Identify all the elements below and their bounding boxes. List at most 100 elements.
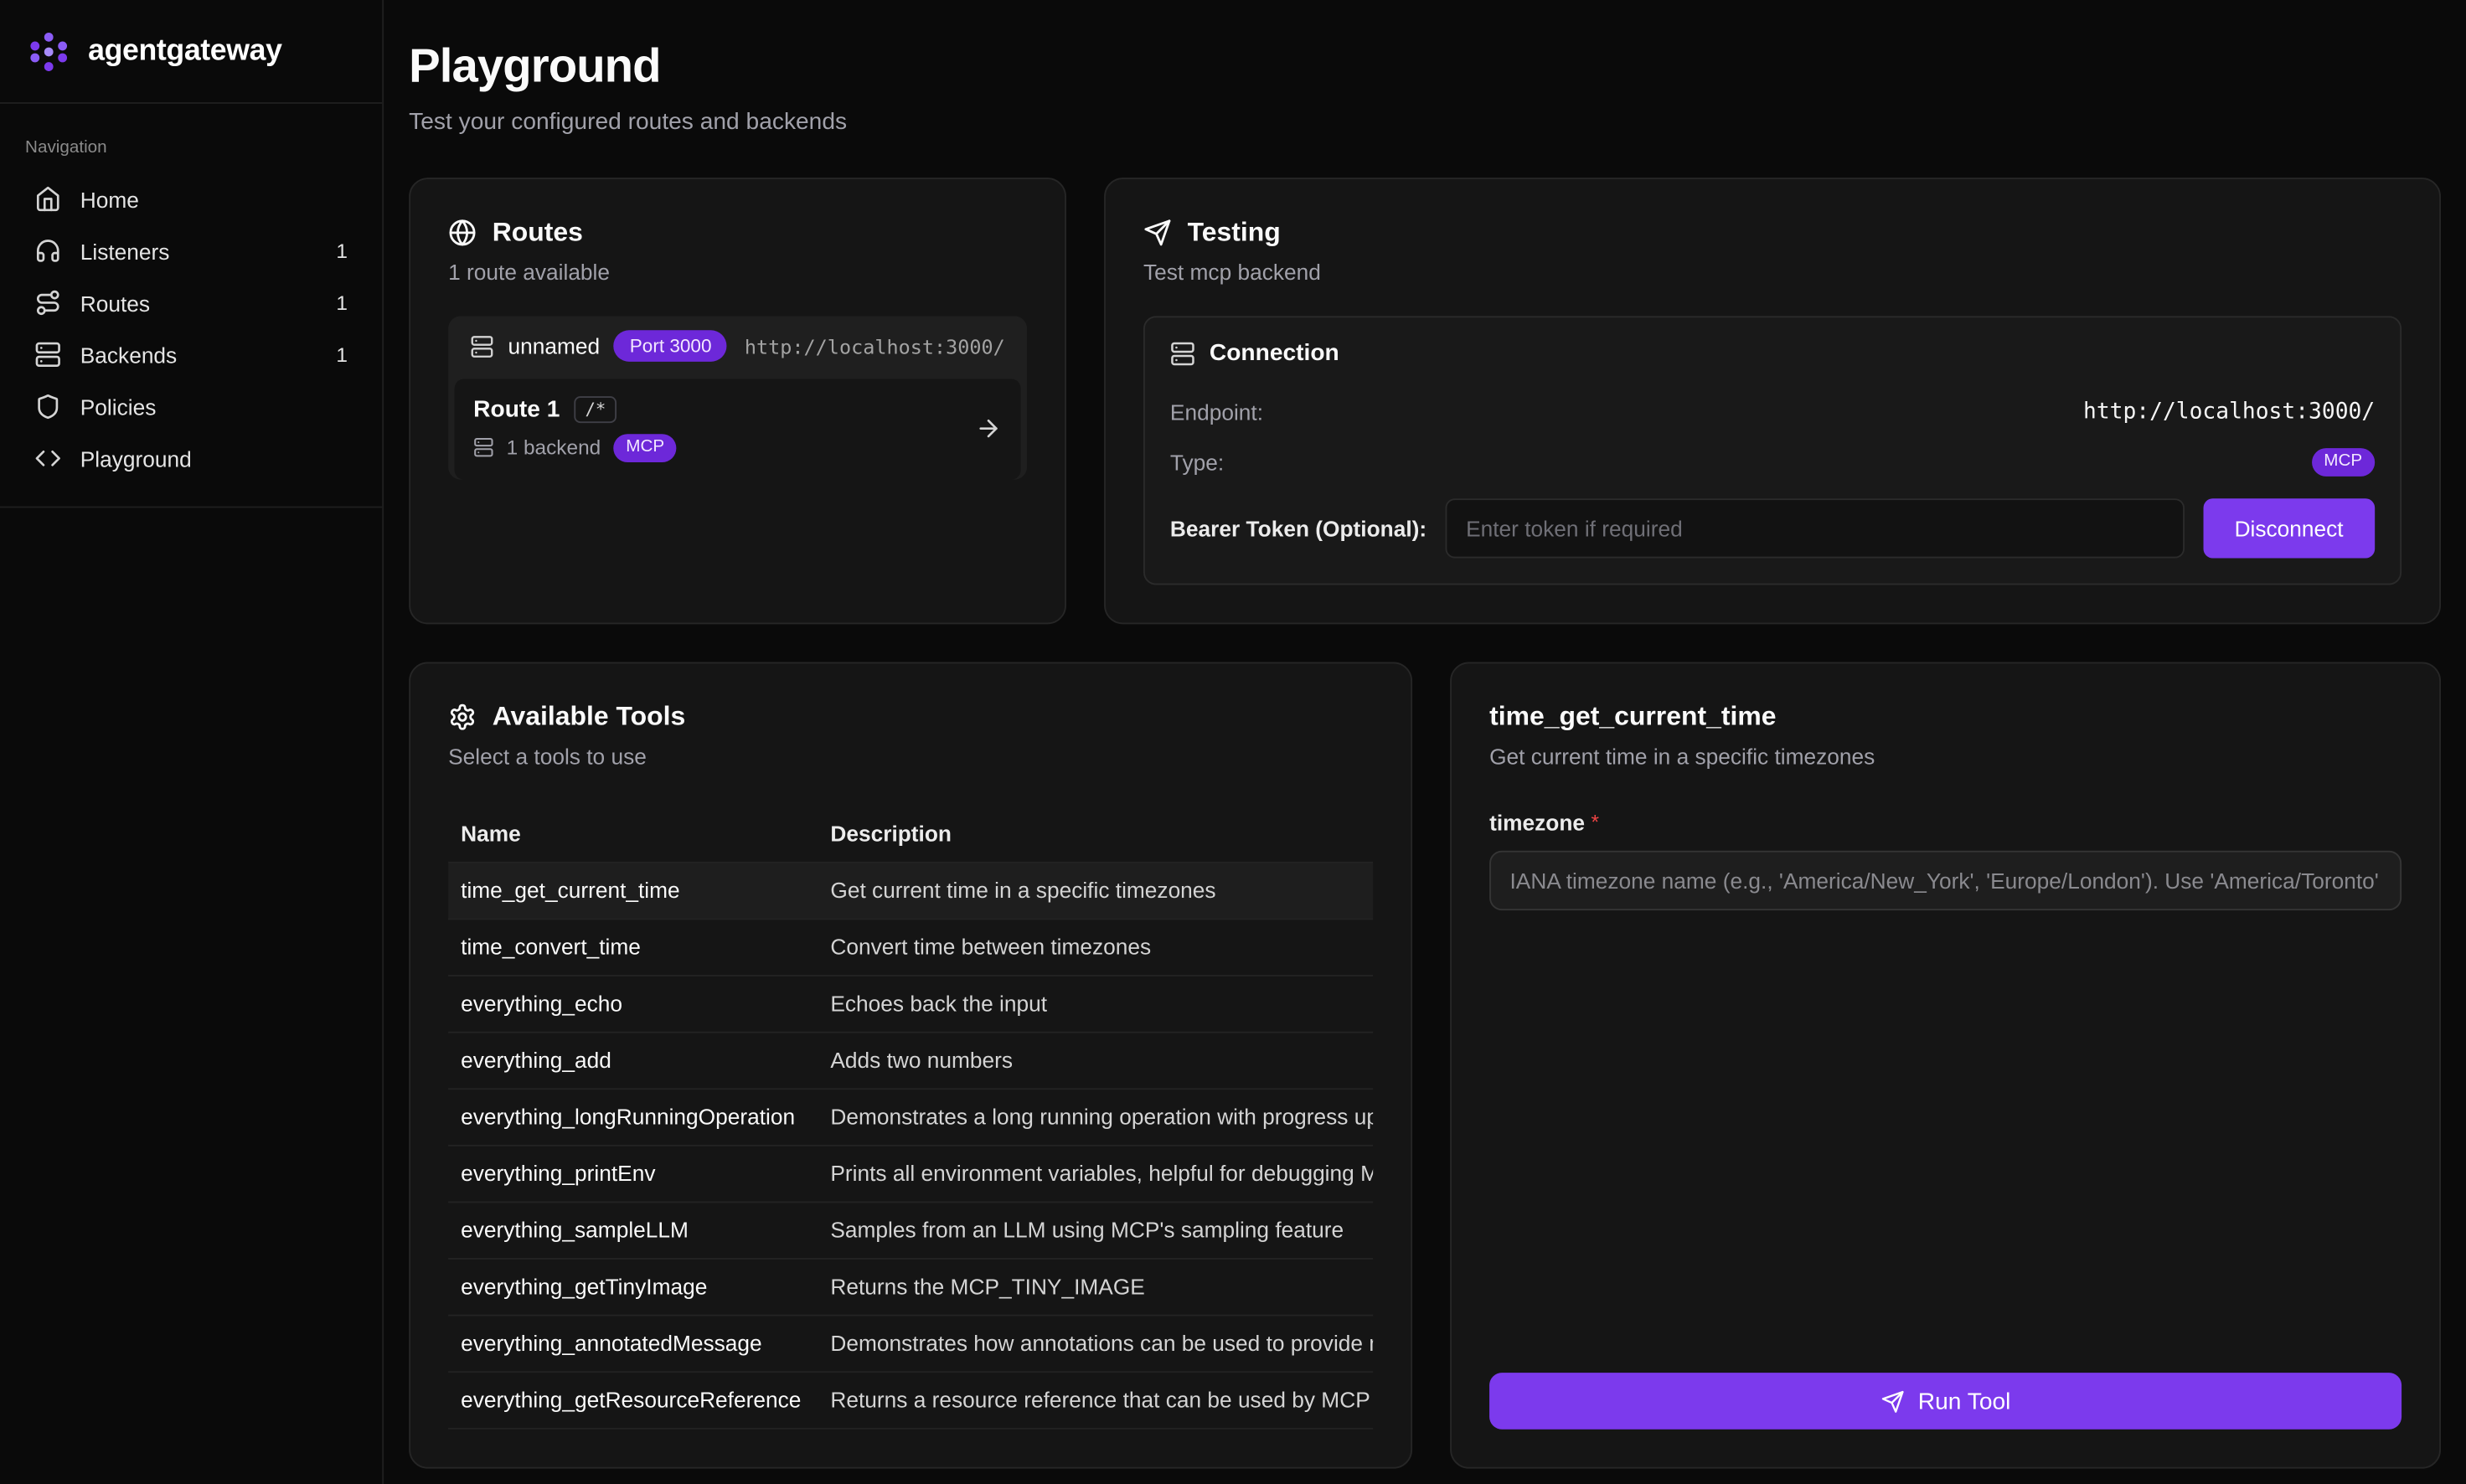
sidebar-item-label: Home <box>80 186 348 211</box>
timezone-field-label: timezone <box>1489 810 1585 835</box>
sidebar-item-badge: 1 <box>336 239 348 262</box>
run-tool-button[interactable]: Run Tool <box>1489 1373 2402 1430</box>
agentgateway-logo-icon <box>25 28 72 75</box>
listener-row[interactable]: unnamed Port 3000 http://localhost:3000/ <box>448 316 1027 376</box>
sidebar-item-routes[interactable]: Routes 1 <box>19 276 364 328</box>
type-badge: MCP <box>2311 449 2375 476</box>
tools-card-title: Available Tools <box>493 701 686 733</box>
bearer-token-label: Bearer Token (Optional): <box>1170 516 1426 541</box>
tool-name: everything_sampleLLM <box>448 1203 818 1258</box>
spacer <box>1489 910 2402 1373</box>
endpoint-label: Endpoint: <box>1170 399 1263 425</box>
brand-name: agentgateway <box>88 33 281 68</box>
tool-name: everything_printEnv <box>448 1146 818 1202</box>
routes-card-subtitle: 1 route available <box>448 260 1027 285</box>
tool-description: Prints all environment variables, helpfu… <box>818 1146 1373 1202</box>
route-icon <box>34 289 61 316</box>
listener-group: unnamed Port 3000 http://localhost:3000/… <box>448 316 1027 478</box>
tool-description: Echoes back the input <box>818 976 1373 1032</box>
sidebar-item-playground[interactable]: Playground <box>19 432 364 484</box>
nav-section-label: Navigation <box>25 138 357 157</box>
page-subtitle: Test your configured routes and backends <box>409 109 2441 136</box>
table-row[interactable]: everything_getTinyImage Returns the MCP_… <box>448 1260 1373 1317</box>
bearer-token-input[interactable] <box>1446 498 2185 558</box>
send-icon <box>1880 1389 1904 1413</box>
server-icon <box>470 334 493 358</box>
sidebar-item-policies[interactable]: Policies <box>19 380 364 432</box>
tool-description: Demonstrates how annotations can be used… <box>818 1317 1373 1372</box>
timezone-input[interactable] <box>1489 851 2402 910</box>
run-tool-label: Run Tool <box>1918 1388 2011 1414</box>
code-icon <box>34 445 61 471</box>
headphones-icon <box>34 238 61 265</box>
sidebar-item-badge: 1 <box>336 291 348 314</box>
arrow-right-icon[interactable] <box>975 416 1002 443</box>
testing-card-title: Testing <box>1188 217 1281 249</box>
tool-name: everything_add <box>448 1033 818 1089</box>
testing-card-subtitle: Test mcp backend <box>1143 260 2402 285</box>
tool-description: Samples from an LLM using MCP's sampling… <box>818 1203 1373 1258</box>
server-icon <box>34 341 61 368</box>
tools-card-subtitle: Select a tools to use <box>448 744 1373 769</box>
testing-card: Testing Test mcp backend Connection Endp… <box>1104 178 2441 624</box>
tool-name: everything_getTinyImage <box>448 1260 818 1315</box>
send-icon <box>1143 219 1172 247</box>
tool-runner-card: time_get_current_time Get current time i… <box>1450 662 2441 1468</box>
sidebar-item-label: Backends <box>80 342 317 367</box>
sidebar-item-badge: 1 <box>336 343 348 366</box>
tool-name: everything_getResourceReference <box>448 1373 818 1428</box>
available-tools-card: Available Tools Select a tools to use Na… <box>409 662 1412 1468</box>
route-path-badge: /* <box>574 397 616 424</box>
route-item[interactable]: Route 1 /* 1 backend MCP <box>455 379 1021 479</box>
app-root: agentgateway Navigation Home Listeners 1… <box>0 0 2466 1484</box>
sidebar-item-listeners[interactable]: Listeners 1 <box>19 224 364 276</box>
route-backend-count: 1 backend <box>507 436 601 460</box>
server-icon <box>473 438 493 458</box>
runner-tool-subtitle: Get current time in a specific timezones <box>1489 744 2402 769</box>
table-row[interactable]: everything_annotatedMessage Demonstrates… <box>448 1317 1373 1373</box>
table-row[interactable]: time_get_current_time Get current time i… <box>448 863 1373 920</box>
tool-description: Returns a resource reference that can be… <box>818 1373 1373 1428</box>
tools-table: Name Description time_get_current_time G… <box>448 806 1373 1430</box>
sidebar-item-backends[interactable]: Backends 1 <box>19 328 364 380</box>
endpoint-value: http://localhost:3000/ <box>2083 399 2375 425</box>
tool-name: everything_echo <box>448 976 818 1032</box>
sidebar-nav: Navigation Home Listeners 1 Routes 1 Bac… <box>0 104 382 508</box>
tool-description: Adds two numbers <box>818 1033 1373 1089</box>
sidebar-item-label: Routes <box>80 290 317 315</box>
tool-name: time_convert_time <box>448 920 818 975</box>
tool-description: Convert time between timezones <box>818 920 1373 975</box>
table-row[interactable]: everything_getResourceReference Returns … <box>448 1373 1373 1430</box>
sidebar-item-label: Playground <box>80 446 348 471</box>
column-header-name: Name <box>448 806 818 862</box>
home-icon <box>34 186 61 213</box>
table-row[interactable]: everything_echo Echoes back the input <box>448 976 1373 1033</box>
page-title: Playground <box>409 41 2441 95</box>
connection-title: Connection <box>1210 340 1339 367</box>
table-row[interactable]: time_convert_time Convert time between t… <box>448 920 1373 976</box>
disconnect-button[interactable]: Disconnect <box>2203 498 2375 558</box>
listener-port-badge: Port 3000 <box>614 330 727 362</box>
sidebar-item-label: Listeners <box>80 238 317 263</box>
listener-name: unnamed <box>508 333 600 358</box>
sidebar-item-home[interactable]: Home <box>19 173 364 225</box>
table-row[interactable]: everything_add Adds two numbers <box>448 1033 1373 1090</box>
listener-url: http://localhost:3000/ <box>745 334 1005 358</box>
column-header-description: Description <box>818 806 1373 862</box>
tool-name: time_get_current_time <box>448 863 818 919</box>
route-name: Route 1 <box>473 397 560 424</box>
connection-panel: Connection Endpoint: http://localhost:30… <box>1143 316 2402 585</box>
table-row[interactable]: everything_longRunningOperation Demonstr… <box>448 1090 1373 1146</box>
required-marker: * <box>1592 810 1600 833</box>
tool-description: Returns the MCP_TINY_IMAGE <box>818 1260 1373 1315</box>
runner-tool-title: time_get_current_time <box>1489 701 2402 733</box>
globe-icon <box>448 219 477 247</box>
table-row[interactable]: everything_sampleLLM Samples from an LLM… <box>448 1203 1373 1260</box>
table-row[interactable]: everything_printEnv Prints all environme… <box>448 1146 1373 1203</box>
sidebar: agentgateway Navigation Home Listeners 1… <box>0 0 384 1484</box>
brand[interactable]: agentgateway <box>0 0 382 104</box>
shield-icon <box>34 393 61 420</box>
routes-card: Routes 1 route available unnamed Port 30… <box>409 178 1066 624</box>
main-content: Playground Test your configured routes a… <box>384 0 2466 1484</box>
routes-card-title: Routes <box>493 217 583 249</box>
